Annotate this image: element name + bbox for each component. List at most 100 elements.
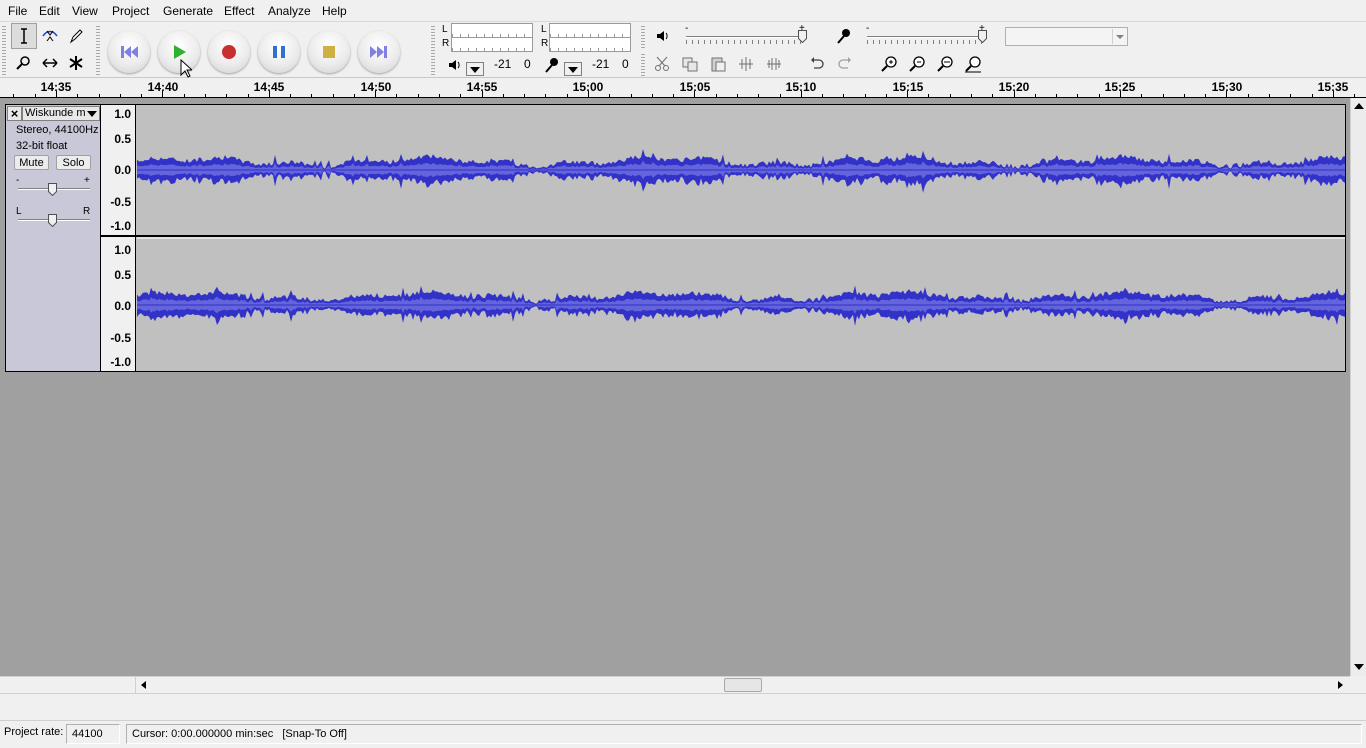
input-volume-track <box>867 36 987 38</box>
ruler-tick <box>545 94 547 97</box>
output-volume-slider[interactable] <box>798 30 807 43</box>
scroll-corner <box>1350 676 1366 693</box>
toolbar-grip[interactable] <box>641 24 645 48</box>
zoom-selection-icon <box>937 56 953 72</box>
scroll-down-icon[interactable] <box>1354 664 1364 670</box>
horizontal-scrollbar[interactable] <box>0 676 1350 693</box>
ruler-tick <box>928 94 930 97</box>
skip-to-start-button[interactable] <box>108 31 150 73</box>
toolbar-grip[interactable] <box>96 24 100 76</box>
playback-meter-menu[interactable] <box>466 62 484 76</box>
pan-slider[interactable] <box>48 214 57 227</box>
scissors-icon <box>655 56 669 71</box>
fit-project-button[interactable] <box>961 52 985 76</box>
input-volume-slider[interactable] <box>978 30 987 43</box>
ruler-tick <box>77 94 79 97</box>
skip-to-end-button[interactable] <box>358 31 400 73</box>
cut-button[interactable] <box>650 52 674 76</box>
scroll-up-icon[interactable] <box>1354 103 1364 109</box>
track-control-panel: × Wiskunde m Stereo, 44100Hz 32-bit floa… <box>6 105 101 371</box>
paste-button[interactable] <box>706 52 730 76</box>
trim-button[interactable] <box>734 52 758 76</box>
track-bit-depth: 32-bit float <box>16 140 68 152</box>
multi-tool-icon[interactable] <box>63 50 89 76</box>
scroll-right-icon[interactable] <box>1338 681 1343 689</box>
ruler-tick <box>907 91 909 97</box>
playback-meter-r-label: R <box>442 38 450 49</box>
menu-file[interactable]: File <box>8 4 27 18</box>
menu-analyze[interactable]: Analyze <box>268 4 311 18</box>
amplitude-ruler: 1.0 0.5 0.0 -0.5 -1.0 1.0 0.5 0.0 -0.5 -… <box>101 105 136 371</box>
pause-button[interactable] <box>258 31 300 73</box>
zoom-in-button[interactable] <box>877 52 901 76</box>
stop-icon <box>323 46 335 58</box>
track-name: Wiskunde m <box>25 107 86 119</box>
waveform-right-channel[interactable] <box>137 239 1345 371</box>
ruler-tick <box>439 94 441 97</box>
ruler-tick <box>1268 94 1270 97</box>
ruler-tick <box>502 94 504 97</box>
ruler-tick <box>1034 94 1036 97</box>
horizontal-scroll-thumb[interactable] <box>724 678 762 692</box>
draw-tool-icon[interactable] <box>63 23 89 49</box>
menu-effect[interactable]: Effect <box>224 4 254 18</box>
envelope-tool-icon[interactable] <box>37 23 63 49</box>
scroll-left-icon[interactable] <box>141 681 146 689</box>
waveform-left-channel[interactable] <box>137 105 1345 235</box>
ruler-tick <box>609 94 611 97</box>
ruler-tick <box>524 94 526 97</box>
silence-button[interactable] <box>762 52 786 76</box>
ruler-tick <box>971 94 973 97</box>
copy-button[interactable] <box>678 52 702 76</box>
close-track-button[interactable]: × <box>7 106 22 121</box>
redo-button[interactable] <box>833 52 857 76</box>
output-volume-track <box>686 36 806 38</box>
menu-generate[interactable]: Generate <box>163 4 213 18</box>
input-source-select[interactable] <box>1005 27 1128 46</box>
ruler-tick <box>949 94 951 97</box>
menu-help[interactable]: Help <box>322 4 347 18</box>
project-rate-field[interactable]: 44100 <box>66 724 120 744</box>
zoom-out-button[interactable] <box>905 52 929 76</box>
toolbar-grip[interactable] <box>2 24 6 76</box>
ruler-tick <box>843 94 845 97</box>
selection-tool-icon[interactable] <box>11 23 37 49</box>
zoom-tool-icon[interactable] <box>11 50 37 76</box>
ruler-tick <box>736 94 738 97</box>
ruler-tick <box>1120 91 1121 97</box>
solo-button[interactable]: Solo <box>56 155 91 170</box>
ruler-tick <box>715 94 717 97</box>
stop-button[interactable] <box>308 31 350 73</box>
ruler-tick <box>588 91 589 97</box>
amp-label: -0.5 <box>110 331 131 345</box>
input-source-dropdown-button[interactable] <box>1112 29 1126 44</box>
timeline-ruler[interactable]: 14:35 14:40 14:45 14:50 14:55 15:00 15:0… <box>0 78 1366 98</box>
fit-selection-button[interactable] <box>933 52 957 76</box>
ruler-tick <box>98 94 100 97</box>
undo-icon <box>811 57 824 69</box>
vertical-scrollbar[interactable] <box>1350 98 1366 676</box>
trim-audio-icon <box>739 57 753 71</box>
ruler-tick <box>1290 94 1292 97</box>
ruler-tick <box>864 94 866 97</box>
gain-slider[interactable] <box>48 183 57 196</box>
undo-button[interactable] <box>805 52 829 76</box>
menu-view[interactable]: View <box>72 4 98 18</box>
mute-button[interactable]: Mute <box>14 155 49 170</box>
silence-audio-icon <box>767 58 781 70</box>
play-button[interactable] <box>158 31 200 73</box>
ruler-tick <box>885 94 887 97</box>
record-meter-menu[interactable] <box>564 62 582 76</box>
copy-icon <box>682 57 698 72</box>
toolbar-area: L R L R -21 0 -21 0 - + - + <box>0 22 1366 78</box>
record-button[interactable] <box>208 31 250 73</box>
menu-edit[interactable]: Edit <box>39 4 60 18</box>
record-meter-left <box>549 23 631 38</box>
toolbar-grip[interactable] <box>641 52 645 76</box>
track-name-menu[interactable]: Wiskunde m <box>22 106 100 121</box>
amp-label: -1.0 <box>110 219 131 233</box>
ruler-tick <box>566 94 568 97</box>
toolbar-grip[interactable] <box>431 24 435 76</box>
menu-project[interactable]: Project <box>112 4 149 18</box>
timeshift-tool-icon[interactable] <box>37 50 63 76</box>
